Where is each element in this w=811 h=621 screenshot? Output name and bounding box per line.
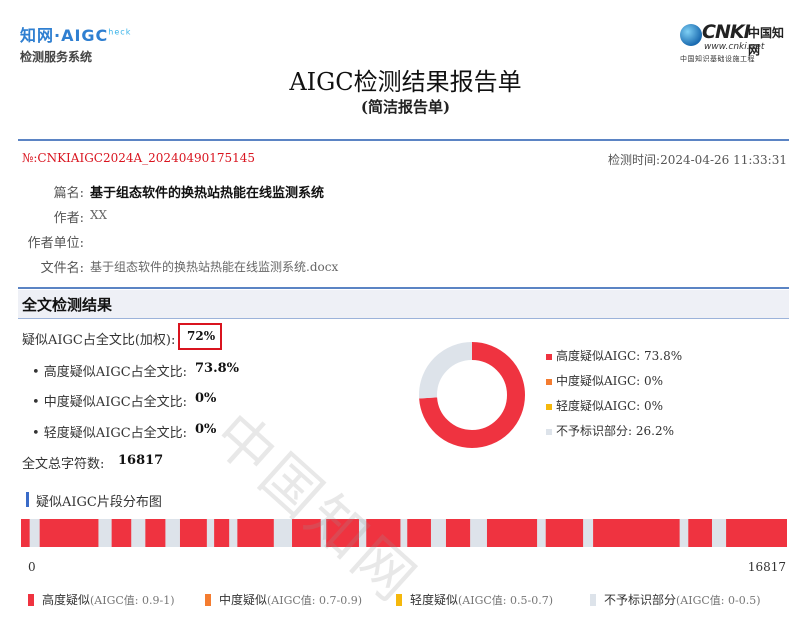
legend-label: 中度疑似AIGC: 0% xyxy=(556,374,664,388)
legend-swatch xyxy=(546,403,552,410)
legend-label: 轻度疑似AIGC: 0% xyxy=(556,399,664,413)
high-aigc-segment-0 xyxy=(21,519,30,547)
legend-range: (AIGC值: 0.7-0.9) xyxy=(267,594,362,607)
high-aigc-segment-1 xyxy=(39,519,99,547)
distribution-legend-item-2: 轻度疑似(AIGC值: 0.5-0.7) xyxy=(396,591,553,608)
distribution-legend-item-0: 高度疑似(AIGC值: 0.9-1) xyxy=(28,591,175,608)
file-name-value: 基于组态软件的换热站热能在线监测系统.docx xyxy=(90,260,339,274)
title-label: 篇名: xyxy=(53,186,84,201)
distribution-axis-min: 0 xyxy=(28,560,36,574)
report-number: №:CNKIAIGC2024A_20240490175145 xyxy=(22,151,256,165)
legend-label: 高度疑似AIGC: 73.8% xyxy=(556,349,683,363)
legend-range: (AIGC值: 0.5-0.7) xyxy=(458,594,553,607)
author-label: 作者: xyxy=(53,211,84,226)
legend-name: 轻度疑似 xyxy=(410,593,459,607)
high-aigc-segment-3 xyxy=(145,519,166,547)
distribution-axis-max: 16817 xyxy=(747,560,786,574)
donut-legend-item-3: 不予标识部分: 26.2% xyxy=(546,422,674,439)
weighted-ratio-label: 疑似AIGC占全文比(加权): xyxy=(22,333,176,348)
logo-text: 知网·AIGC xyxy=(20,26,109,45)
donut-legend-item-2: 轻度疑似AIGC: 0% xyxy=(546,397,663,414)
high-aigc-segment-6 xyxy=(237,519,274,547)
zhiwang-aigc-logo: 知网·AIGCheck 检测服务系统 xyxy=(20,22,131,65)
legend-range: (AIGC值: 0.9-1) xyxy=(90,594,175,607)
low-ratio-label: • 轻度疑似AIGC占全文比: xyxy=(32,426,188,441)
high-aigc-segment-11 xyxy=(445,519,471,547)
aigc-donut-chart xyxy=(419,342,525,448)
high-aigc-segment-15 xyxy=(688,519,712,547)
high-aigc-segment-5 xyxy=(214,519,230,547)
donut-legend-item-1: 中度疑似AIGC: 0% xyxy=(546,372,663,389)
high-aigc-segment-13 xyxy=(545,519,584,547)
cnki-url: www.cnki.net xyxy=(704,42,765,52)
mid-ratio-label: • 中度疑似AIGC占全文比: xyxy=(32,395,188,410)
section-divider xyxy=(18,287,789,289)
author-unit-label: 作者单位: xyxy=(27,236,84,251)
cnki-chinese-name: 中国知网 xyxy=(748,26,785,57)
check-time: 检测时间:2024-04-26 11:33:31 xyxy=(608,153,787,167)
globe-icon xyxy=(680,24,702,46)
section-title: 全文检测结果 xyxy=(22,296,113,314)
legend-swatch xyxy=(205,594,211,606)
logo-sup-text: heck xyxy=(108,27,132,37)
section-header: 全文检测结果 xyxy=(18,290,789,318)
legend-swatch xyxy=(590,594,596,606)
distribution-title-marker xyxy=(26,492,29,507)
donut-legend-item-0: 高度疑似AIGC: 73.8% xyxy=(546,347,682,364)
legend-swatch xyxy=(546,428,552,435)
legend-swatch xyxy=(546,353,552,360)
mid-ratio-value: 0% xyxy=(195,391,217,406)
weighted-ratio-value: 72% xyxy=(187,329,216,343)
high-aigc-segment-2 xyxy=(111,519,132,547)
report-subtitle: (简洁报告单) xyxy=(360,98,451,116)
section-underline xyxy=(18,318,789,319)
report-title: AIGC检测结果报告单 xyxy=(289,68,522,96)
distribution-title: 疑似AIGC片段分布图 xyxy=(36,495,162,510)
distribution-legend-item-1: 中度疑似(AIGC值: 0.7-0.9) xyxy=(205,591,362,608)
legend-name: 不予标识部分 xyxy=(604,593,677,607)
high-aigc-segment-12 xyxy=(486,519,538,547)
legend-swatch xyxy=(28,594,34,606)
high-ratio-label: • 高度疑似AIGC占全文比: xyxy=(32,365,188,380)
high-aigc-segment-4 xyxy=(179,519,207,547)
legend-label: 不予标识部分: 26.2% xyxy=(556,424,674,438)
total-chars-label: 全文总字符数: xyxy=(22,457,105,472)
author-value: XX xyxy=(90,208,108,222)
legend-name: 中度疑似 xyxy=(219,593,268,607)
file-name-label: 文件名: xyxy=(40,261,84,276)
legend-swatch xyxy=(546,378,552,385)
paper-title: 基于组态软件的换热站热能在线监测系统 xyxy=(90,186,325,201)
distribution-legend-item-3: 不予标识部分(AIGC值: 0-0.5) xyxy=(590,591,761,608)
high-ratio-value: 73.8% xyxy=(195,361,240,376)
total-chars-value: 16817 xyxy=(118,453,164,468)
header-divider xyxy=(18,139,789,141)
cnki-brand-text: CNKI xyxy=(702,21,751,43)
high-aigc-segment-14 xyxy=(593,519,680,547)
high-aigc-segment-16 xyxy=(726,519,787,547)
legend-range: (AIGC值: 0-0.5) xyxy=(676,594,761,607)
watermark-text: 中国知网 xyxy=(200,399,431,617)
legend-name: 高度疑似 xyxy=(42,593,91,607)
